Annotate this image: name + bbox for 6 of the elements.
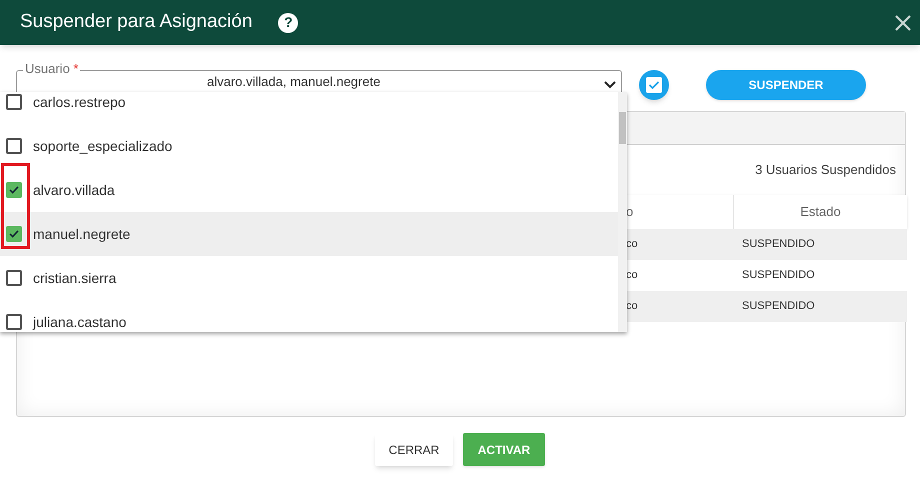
table-cell-text: SUSPENDIDO xyxy=(741,237,816,252)
table-cell-text: SUSPENDIDO xyxy=(741,299,816,314)
table-cell-text: SUSPENDIDO xyxy=(741,268,816,284)
window-title: Suspender para Asignación xyxy=(20,10,252,34)
column-header: Estado xyxy=(799,203,842,222)
suspended-count: 3 Usuarios Suspendidos xyxy=(755,161,896,180)
